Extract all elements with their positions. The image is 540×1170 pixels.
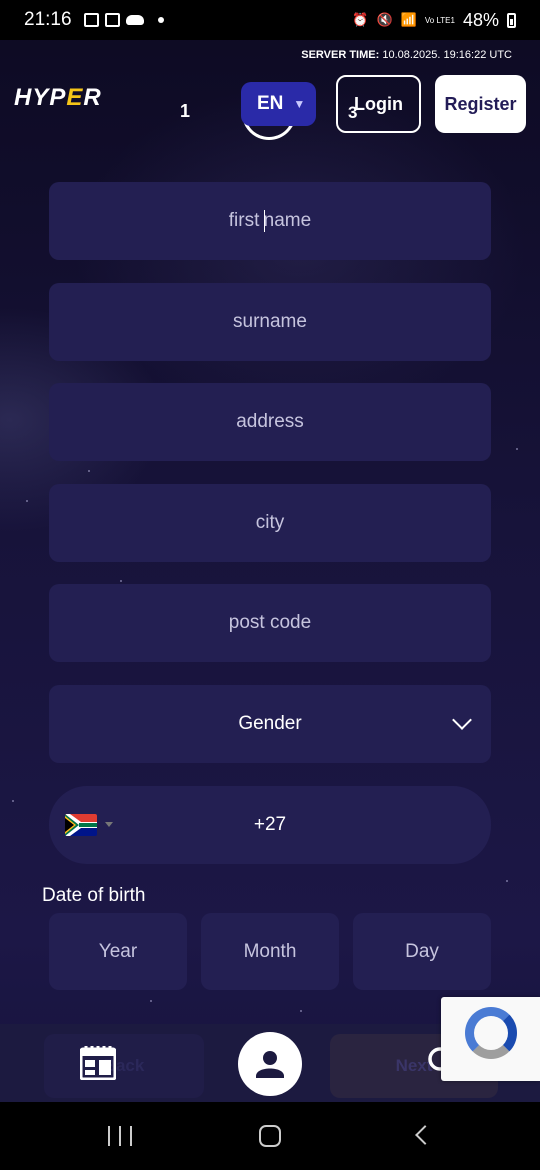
battery-icon xyxy=(507,12,516,28)
status-bar: 21:16 ⏰ 🔇 📶 Vo LTE1 48% xyxy=(0,0,540,40)
wifi-icon: 📶 xyxy=(400,12,417,27)
city-input[interactable]: city xyxy=(49,484,491,562)
news-icon xyxy=(104,13,120,27)
address-input[interactable]: address xyxy=(49,383,491,461)
login-button[interactable]: 3 Login xyxy=(336,75,421,133)
status-time: 21:16 xyxy=(24,9,72,30)
hyper-logo[interactable]: HYPER xyxy=(14,84,102,112)
network-label: Vo LTE1 xyxy=(424,15,455,25)
first-name-input[interactable]: first name xyxy=(49,182,491,260)
recaptcha-badge[interactable] xyxy=(441,997,540,1081)
login-label: Login xyxy=(354,93,403,114)
language-selector[interactable]: EN ▼ xyxy=(241,82,316,126)
status-right: ⏰ 🔇 📶 Vo LTE1 48% xyxy=(352,10,516,31)
chevron-down-icon: ▼ xyxy=(293,97,306,111)
step-indicator-1: 1 xyxy=(180,101,191,121)
calendar-icon[interactable] xyxy=(80,1046,116,1080)
back-arrow-icon[interactable] xyxy=(415,1125,435,1145)
south-africa-flag-icon[interactable] xyxy=(65,814,97,836)
register-button[interactable]: Register xyxy=(435,75,526,133)
cloud-icon xyxy=(125,15,144,25)
android-nav-bar xyxy=(0,1102,540,1170)
mute-icon: 🔇 xyxy=(376,12,393,27)
phone-input[interactable]: +27 xyxy=(49,786,491,864)
dob-day-select[interactable]: Day xyxy=(353,913,491,990)
battery-percent: 48% xyxy=(462,9,499,30)
recaptcha-icon xyxy=(465,1007,517,1059)
back-button[interactable]: Back xyxy=(44,1034,204,1098)
home-icon[interactable] xyxy=(259,1125,281,1147)
server-time: SERVER TIME: 10.08.2025. 19:16:22 UTC xyxy=(301,49,512,61)
step-indicator-3: 3 xyxy=(348,103,358,122)
dob-label: Date of birth xyxy=(42,885,146,906)
recent-apps-icon[interactable] xyxy=(108,1126,132,1146)
more-dot-icon xyxy=(157,17,164,23)
gallery-icon xyxy=(83,13,99,27)
gender-label: Gender xyxy=(238,713,302,734)
profile-icon xyxy=(256,1051,284,1078)
country-dropdown-icon[interactable] xyxy=(105,822,113,827)
first-name-placeholder-b: name xyxy=(263,210,312,231)
first-name-placeholder-a: first xyxy=(228,210,265,231)
chevron-down-icon xyxy=(452,710,472,730)
phone-prefix: +27 xyxy=(253,814,287,835)
server-time-label: SERVER TIME: xyxy=(301,49,380,61)
surname-input[interactable]: surname xyxy=(49,283,491,361)
profile-button[interactable] xyxy=(238,1032,302,1096)
server-time-value: 10.08.2025. 19:16:22 UTC xyxy=(382,49,512,61)
post-code-input[interactable]: post code xyxy=(49,584,491,662)
alarm-icon: ⏰ xyxy=(352,12,369,27)
dob-year-select[interactable]: Year xyxy=(49,913,187,990)
gender-select[interactable]: Gender xyxy=(49,685,491,763)
language-label: EN xyxy=(257,93,284,114)
dob-month-select[interactable]: Month xyxy=(201,913,339,990)
notification-icons xyxy=(83,13,164,27)
